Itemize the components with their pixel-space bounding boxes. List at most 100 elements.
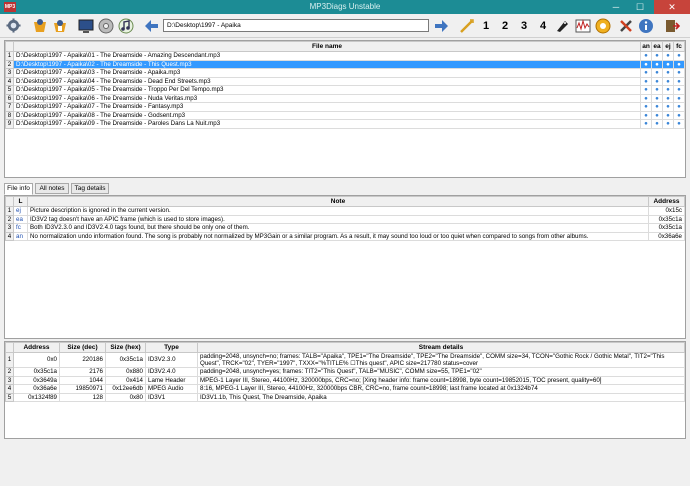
note-dot-icon: ● [651,76,663,86]
stream-row[interactable]: 4 0x36a6e 19850971 0x12ee6db MPEG Audio 8:16,… [5,384,685,394]
file-row[interactable]: 7 D:\Desktop\1997 - Apaika\07 - The Dream… [5,102,685,112]
stream-address-cell: 0x0 [13,352,60,368]
note-dot-icon: ● [640,102,652,112]
note-dot-icon: ● [651,119,663,129]
disc-icon[interactable] [97,16,115,35]
tab-file-info[interactable]: File info [4,183,33,195]
note-dot-icon: ● [662,102,674,112]
notes-list: L Note Address 1 ej Picture description is… [4,195,686,339]
note-dot-icon: ● [673,51,685,61]
tab-tag-details[interactable]: Tag details [71,183,109,194]
stream-type-cell: ID3V1 [145,392,198,402]
stream-row[interactable]: 3 0x3649a 1044 0x414 Lame Header MPEG-1 Layer… [5,375,685,385]
transform-2-icon[interactable]: 2 [496,16,514,35]
stream-details-cell: 8:16, MPEG-1 Layer III, Stereo, 44100Hz,… [197,384,685,394]
note-level-cell: ej [13,206,28,216]
stream-address-cell: 0x35c1a [13,367,60,377]
note-dot-icon: ● [673,59,685,69]
note-dot-icon: ● [640,68,652,78]
file-row[interactable]: 6 D:\Desktop\1997 - Apaika\06 - The Dream… [5,93,685,103]
note-fc-header[interactable]: fc [673,41,685,52]
note-dot-icon: ● [673,85,685,95]
file-row[interactable]: 8 D:\Desktop\1997 - Apaika\08 - The Dream… [5,110,685,120]
note-dot-icon: ● [673,119,685,129]
stream-row[interactable]: 2 0x35c1a 2176 0x880 ID3V2.4.0 padding=2048, … [5,367,685,377]
folder-notes-icon[interactable] [51,16,69,35]
stream-address-cell: 0x1324f89 [13,392,60,402]
note-level-cell: an [13,231,28,241]
normalize-icon[interactable] [574,16,592,35]
music-note-icon[interactable] [117,16,135,35]
transform-4-icon[interactable]: 4 [534,16,552,35]
file-name-cell[interactable]: D:\Desktop\1997 - Apaika\01 - The Dreams… [13,51,641,61]
transform-all-icon[interactable] [458,16,476,35]
note-dot-icon: ● [662,59,674,69]
note-dot-icon: ● [673,93,685,103]
folder-path-field[interactable]: D:\Desktop\1997 - Apaika [163,19,429,32]
note-an-header[interactable]: an [640,41,652,52]
file-name-cell[interactable]: D:\Desktop\1997 - Apaika\08 - The Dreams… [13,110,641,120]
config-gear-icon[interactable] [4,16,22,35]
note-dot-icon: ● [640,51,652,61]
file-row[interactable]: 2 D:\Desktop\1997 - Apaika\02 - The Dream… [5,59,685,69]
status-area [0,442,690,486]
file-name-cell[interactable]: D:\Desktop\1997 - Apaika\02 - The Dreams… [13,59,641,69]
exit-icon[interactable] [663,16,681,35]
file-name-cell[interactable]: D:\Desktop\1997 - Apaika\04 - The Dreams… [13,76,641,86]
note-row[interactable]: 2 ea ID3V2 tag doesn't have an APIC frame … [5,214,685,224]
folder-filter-icon[interactable] [31,16,49,35]
note-dot-icon: ● [662,68,674,78]
file-name-header[interactable]: File name [13,41,641,52]
tag-editor-icon[interactable] [553,16,571,35]
note-level-cell: ea [13,214,28,224]
file-name-cell[interactable]: D:\Desktop\1997 - Apaika\06 - The Dreams… [13,93,641,103]
note-text-cell: Both ID3V2.3.0 and ID3V2.4.0 tags found,… [27,223,649,233]
streams-list: Address Size (dec) Size (hex) Type Strea… [4,341,686,439]
file-row[interactable]: 9 D:\Desktop\1997 - Apaika\09 - The Dream… [5,119,685,129]
file-row[interactable]: 3 D:\Desktop\1997 - Apaika\03 - The Dream… [5,68,685,78]
back-arrow-icon[interactable] [143,16,161,35]
note-dot-icon: ● [640,93,652,103]
transform-1-icon[interactable]: 1 [477,16,495,35]
stream-size-dec-cell: 128 [59,392,106,402]
debug-tools-icon[interactable] [617,16,635,35]
file-name-cell[interactable]: D:\Desktop\1997 - Apaika\03 - The Dreams… [13,68,641,78]
note-row[interactable]: 4 an No normalization undo information fou… [5,231,685,241]
note-row[interactable]: 1 ej Picture description is ignored in the… [5,206,685,216]
file-row-index: 3 [5,68,14,78]
note-dot-icon: ● [640,59,652,69]
note-dot-icon: ● [640,85,652,95]
forward-arrow-icon[interactable] [432,16,450,35]
close-button[interactable]: ✕ [654,0,690,14]
note-dot-icon: ● [640,76,652,86]
maximize-button[interactable]: ☐ [628,0,652,14]
note-ea-header[interactable]: ea [651,41,663,52]
transform-3-icon[interactable]: 3 [515,16,533,35]
monitor-icon[interactable] [77,16,95,35]
stream-size-dec-cell: 19850971 [59,384,106,394]
tab-all-notes[interactable]: All notes [35,183,69,194]
file-row[interactable]: 1 D:\Desktop\1997 - Apaika\01 - The Dream… [5,51,685,61]
stream-size-hex-header: Size (hex) [105,342,146,353]
note-dot-icon: ● [673,68,685,78]
note-text-cell: Picture description is ignored in the cu… [27,206,649,216]
about-icon[interactable] [637,16,655,35]
stream-row[interactable]: 1 0x0 220186 0x35c1a ID3V2.3.0 padding=2048, … [5,352,685,368]
file-row[interactable]: 5 D:\Desktop\1997 - Apaika\05 - The Dream… [5,85,685,95]
note-dot-icon: ● [651,110,663,120]
stream-row[interactable]: 5 0x1324f89 128 0x80 ID3V1 ID3V1.1b, This Que… [5,392,685,402]
splitter-handle[interactable] [4,179,686,182]
rename-icon[interactable] [594,16,612,35]
note-ej-header[interactable]: ej [662,41,674,52]
minimize-button[interactable]: ─ [604,0,628,14]
note-dot-icon: ● [640,119,652,129]
note-dot-icon: ● [662,85,674,95]
file-row[interactable]: 4 D:\Desktop\1997 - Apaika\04 - The Dream… [5,76,685,86]
note-text-header: Note [27,196,649,207]
note-dot-icon: ● [662,119,674,129]
note-row[interactable]: 3 fc Both ID3V2.3.0 and ID3V2.4.0 tags fou… [5,223,685,233]
file-name-cell[interactable]: D:\Desktop\1997 - Apaika\09 - The Dreams… [13,119,641,129]
file-name-cell[interactable]: D:\Desktop\1997 - Apaika\05 - The Dreams… [13,85,641,95]
file-name-cell[interactable]: D:\Desktop\1997 - Apaika\07 - The Dreams… [13,102,641,112]
note-dot-icon: ● [673,110,685,120]
